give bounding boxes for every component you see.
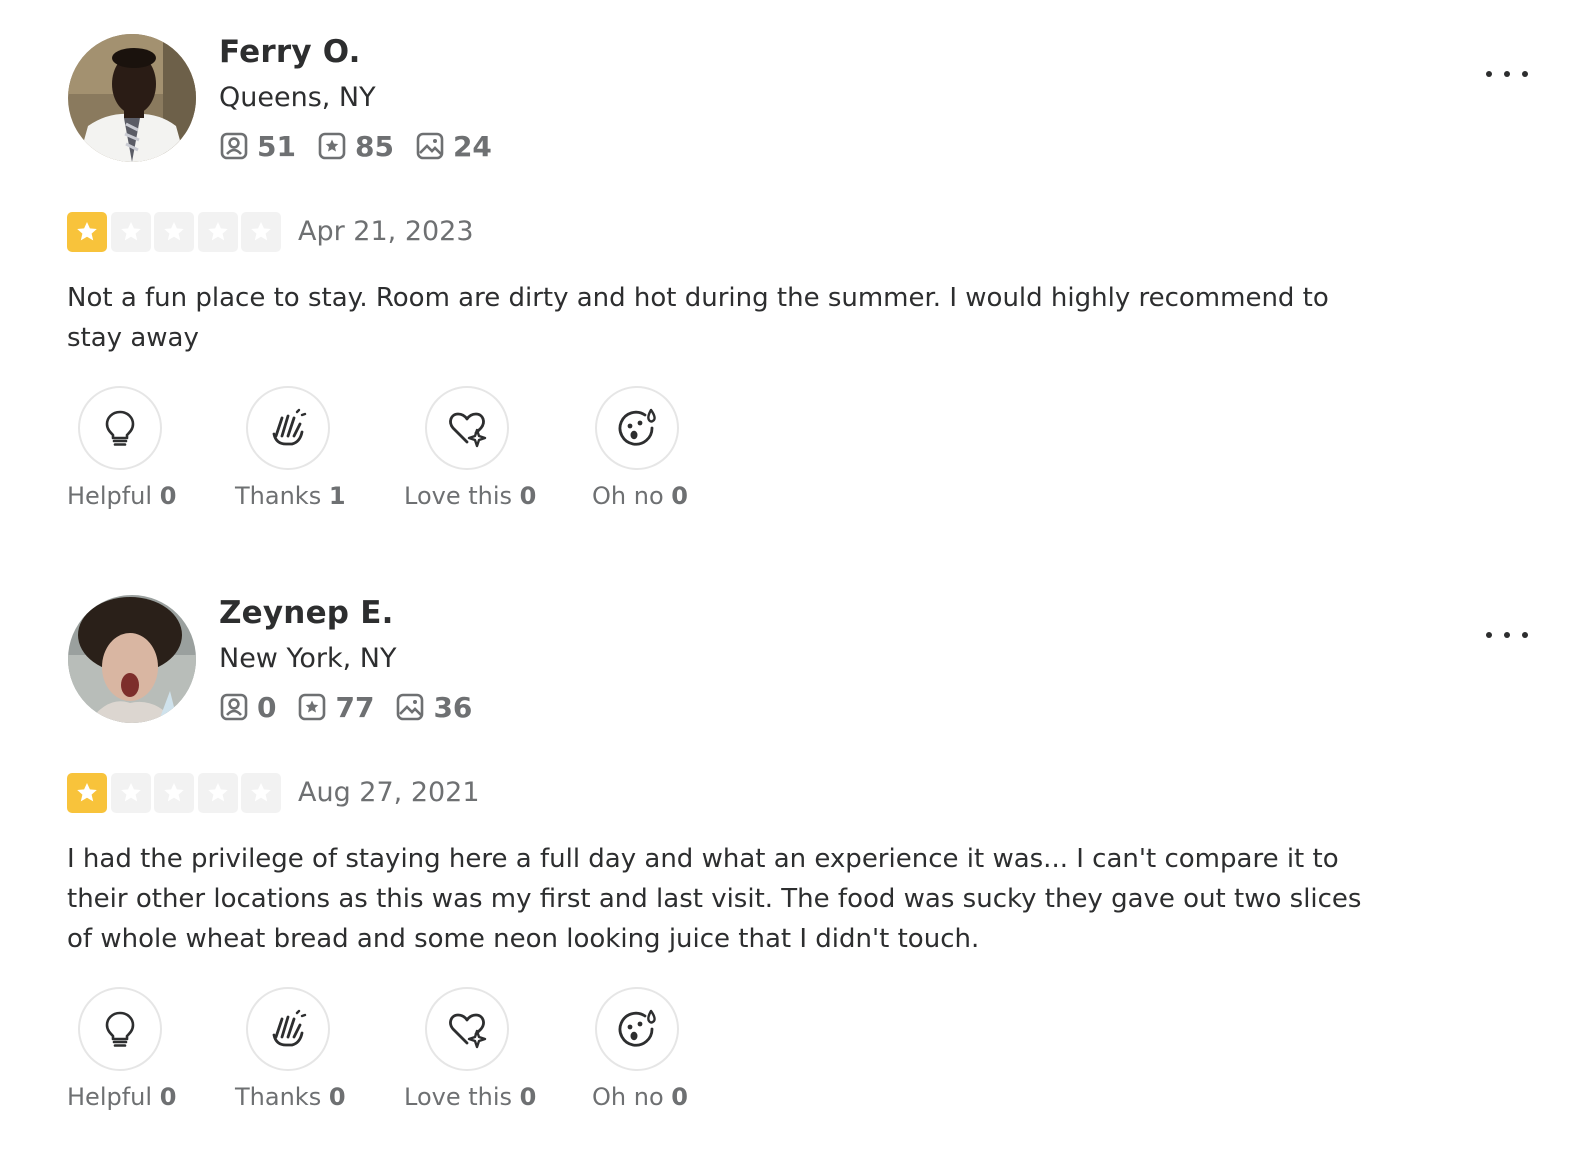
star-icon: [67, 773, 107, 813]
reviewer-location: Queens, NY: [219, 82, 376, 113]
reviews-stat: 85: [317, 130, 394, 163]
star-icon: [154, 212, 194, 252]
photos-stat: 24: [415, 130, 492, 163]
star-icon: [197, 773, 238, 813]
reaction-label: Love this 0: [404, 482, 537, 510]
clapping-hands-icon: [272, 1009, 307, 1047]
star-box-icon: [318, 132, 346, 160]
star-icon: [154, 773, 194, 813]
thanks-button[interactable]: [246, 386, 330, 470]
love-this-button[interactable]: [425, 987, 509, 1071]
review-text: Not a fun place to stay. Room are dirty …: [67, 283, 1329, 353]
reaction-helpful[interactable]: Helpful 0: [67, 987, 218, 1111]
reviewer-name[interactable]: Zeynep E.: [219, 595, 394, 631]
reviews-stat: 77: [297, 691, 374, 724]
more-options-button[interactable]: [1482, 621, 1532, 649]
avatar[interactable]: [68, 595, 196, 723]
review-date: Aug 27, 2021: [298, 777, 480, 808]
reaction-thanks[interactable]: Thanks 1: [235, 386, 386, 510]
reviews-count: 77: [335, 690, 375, 724]
review-card: Ferry O. Queens, NY 51 85 24 Apr 21, 202…: [0, 0, 1580, 560]
reviewer-location: New York, NY: [219, 643, 397, 674]
more-options-button[interactable]: [1482, 60, 1532, 88]
star-rating: [67, 212, 285, 252]
lightbulb-icon: [105, 410, 135, 446]
friends-stat: 51: [219, 130, 296, 163]
friends-count: 51: [257, 129, 296, 163]
heart-sparkle-icon: [449, 412, 487, 448]
helpful-button[interactable]: [78, 987, 162, 1071]
review-text: I had the privilege of staying here a fu…: [67, 844, 1362, 954]
star-icon: [241, 212, 281, 252]
star-icon: [110, 212, 151, 252]
friends-icon: [220, 693, 248, 721]
reaction-label: Love this 0: [404, 1083, 537, 1111]
dot: [1504, 71, 1510, 77]
star-icon: [67, 212, 107, 252]
love-this-button[interactable]: [425, 386, 509, 470]
reaction-label: Thanks 0: [235, 1083, 346, 1111]
dot: [1486, 71, 1492, 77]
helpful-button[interactable]: [78, 386, 162, 470]
reaction-oh-no[interactable]: Oh no 0: [592, 987, 735, 1111]
star-rating: [67, 773, 285, 813]
surprised-face-icon: [618, 408, 656, 446]
photos-stat: 36: [395, 691, 472, 724]
reaction-label: Oh no 0: [592, 482, 688, 510]
star-icon: [197, 212, 238, 252]
thanks-button[interactable]: [246, 987, 330, 1071]
photo-icon: [397, 693, 424, 721]
photo-icon: [416, 132, 444, 160]
friends-icon: [220, 132, 248, 160]
dot: [1504, 632, 1510, 638]
reviewer-stats: 51 85 24: [219, 128, 513, 164]
surprised-face-icon: [618, 1009, 656, 1047]
reaction-label: Oh no 0: [592, 1083, 688, 1111]
reaction-label: Thanks 1: [235, 482, 346, 510]
oh-no-button[interactable]: [595, 386, 679, 470]
photos-count: 24: [452, 129, 492, 163]
reaction-thanks[interactable]: Thanks 0: [235, 987, 386, 1111]
dot: [1486, 632, 1492, 638]
review-card: Zeynep E. New York, NY 0 77 36 Aug 27, 2…: [0, 561, 1580, 1121]
reaction-love-this[interactable]: Love this 0: [404, 386, 565, 510]
reviewer-stats: 0 77 36: [219, 689, 493, 725]
heart-sparkle-icon: [449, 1013, 487, 1049]
lightbulb-icon: [105, 1011, 135, 1047]
oh-no-button[interactable]: [595, 987, 679, 1071]
reaction-label: Helpful 0: [67, 482, 177, 510]
star-icon: [110, 773, 151, 813]
star-box-icon: [299, 693, 326, 721]
clapping-hands-icon: [272, 408, 307, 446]
avatar[interactable]: [68, 34, 196, 162]
star-icon: [241, 773, 281, 813]
dot: [1522, 632, 1528, 638]
reaction-oh-no[interactable]: Oh no 0: [592, 386, 735, 510]
friends-stat: 0: [219, 691, 276, 724]
dot: [1522, 71, 1528, 77]
reviews-count: 85: [354, 129, 394, 163]
reaction-label: Helpful 0: [67, 1083, 177, 1111]
reaction-helpful[interactable]: Helpful 0: [67, 386, 218, 510]
reviewer-name[interactable]: Ferry O.: [219, 34, 361, 70]
review-date: Apr 21, 2023: [298, 216, 474, 247]
reaction-love-this[interactable]: Love this 0: [404, 987, 565, 1111]
photos-count: 36: [433, 690, 473, 724]
friends-count: 0: [257, 690, 277, 724]
